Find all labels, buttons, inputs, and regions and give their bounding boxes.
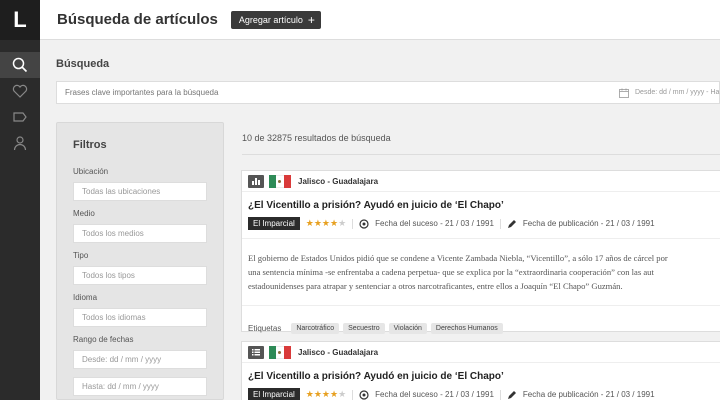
result-card[interactable]: Jalisco - Guadalajara ¿El Vicentillo a p… [241, 341, 720, 400]
search-bar: Desde: dd / mm / yyyy - Ha [56, 81, 720, 104]
card-body: El gobierno de Estados Unidos pidió que … [242, 238, 720, 293]
meta-divider [352, 218, 354, 229]
filter-date-from-input[interactable]: Desde: dd / mm / yyyy [73, 350, 207, 369]
tag-chip[interactable]: Secuestro [343, 323, 385, 334]
tag-chip[interactable]: Narcotráfico [291, 323, 340, 334]
rating-stars: ★★★★★ [305, 218, 347, 228]
card-tags: Etiquetas Narcotráfico Secuestro Violaci… [242, 305, 720, 339]
filter-date-to-input[interactable]: Hasta: dd / mm / yyyy [73, 377, 207, 396]
publication-date: Fecha de publicación - 21 / 03 / 1991 [522, 390, 655, 399]
plus-icon: + [307, 12, 315, 27]
card-location: Jalisco - Guadalajara [298, 347, 379, 357]
card-title[interactable]: ¿El Vicentillo a prisión? Ayudó en juici… [242, 363, 720, 382]
add-article-button[interactable]: Agregar artículo + [230, 10, 321, 29]
user-icon [13, 136, 27, 151]
filters-panel: Filtros Ubicación Todas las ubicaciones … [56, 122, 224, 400]
results-count: 10 de 32875 resultados de búsqueda [242, 133, 391, 143]
search-section-label: Búsqueda [56, 58, 110, 70]
publication-date: Fecha de publicación - 21 / 03 / 1991 [522, 219, 655, 228]
tag-chip[interactable]: Derechos Humanos [430, 323, 503, 334]
filter-medium-input[interactable]: Todos los medios [73, 224, 207, 243]
card-location: Jalisco - Guadalajara [298, 176, 379, 186]
pen-icon [507, 390, 516, 399]
filter-label-location: Ubicación [73, 167, 109, 176]
pen-icon [507, 219, 516, 228]
filters-title: Filtros [73, 139, 107, 151]
filter-label-language: Idioma [73, 293, 98, 302]
filter-label-type: Tipo [73, 251, 89, 260]
filter-language-input[interactable]: Todos los idiomas [73, 308, 207, 327]
page-title: Búsqueda de artículos [57, 11, 218, 28]
top-header: Búsqueda de artículos Agregar artículo + [40, 0, 720, 40]
result-card[interactable]: Jalisco - Guadalajara ¿El Vicentillo a p… [241, 170, 720, 334]
meta-divider [499, 389, 501, 400]
card-meta: El Imparcial ★★★★★ Fecha del suceso - 21… [242, 211, 720, 230]
target-icon [359, 389, 369, 400]
tag-chip[interactable]: Violación [388, 323, 427, 334]
filter-location-input[interactable]: Todas las ubicaciones [73, 182, 207, 201]
target-icon [359, 218, 369, 229]
body-line: una sentencia mínima -se enfrentaba a ca… [248, 267, 654, 277]
nav-tags[interactable] [0, 104, 40, 130]
source-badge: El Imparcial [248, 217, 300, 230]
results-divider [242, 154, 720, 155]
chart-type-icon [248, 174, 264, 188]
left-rail: L [0, 0, 40, 400]
filter-label-medium: Medio [73, 209, 95, 218]
add-article-label: Agregar artículo [238, 14, 303, 25]
mexico-flag-icon [269, 345, 291, 359]
heart-icon [12, 84, 28, 98]
card-title[interactable]: ¿El Vicentillo a prisión? Ayudó en juici… [242, 192, 720, 211]
card-meta: El Imparcial ★★★★★ Fecha del suceso - 21… [242, 382, 720, 400]
rating-stars: ★★★★★ [305, 389, 347, 399]
mexico-flag-icon [269, 174, 291, 188]
meta-divider [499, 218, 501, 229]
nav-profile[interactable] [0, 130, 40, 156]
list-type-icon [248, 345, 264, 359]
card-header: Jalisco - Guadalajara [242, 342, 720, 363]
card-header: Jalisco - Guadalajara [242, 171, 720, 192]
calendar-icon [619, 88, 629, 98]
date-range-input[interactable]: Desde: dd / mm / yyyy - Ha [609, 88, 719, 98]
source-badge: El Imparcial [248, 388, 300, 400]
body-line: estadounidenses para atrapar y sentencia… [248, 281, 623, 291]
nav-favorites[interactable] [0, 78, 40, 104]
event-date: Fecha del suceso - 21 / 03 / 1991 [375, 219, 494, 228]
app-logo[interactable]: L [0, 0, 40, 40]
tag-icon [13, 112, 27, 122]
search-input[interactable] [57, 82, 609, 103]
nav-search[interactable] [0, 52, 40, 78]
search-icon [12, 57, 28, 73]
tags-label: Etiquetas [248, 324, 282, 333]
filter-label-date-range: Rango de fechas [73, 335, 134, 344]
event-date: Fecha del suceso - 21 / 03 / 1991 [375, 390, 494, 399]
filter-type-input[interactable]: Todos los tipos [73, 266, 207, 285]
date-range-placeholder: Desde: dd / mm / yyyy - Ha [635, 89, 720, 96]
meta-divider [352, 389, 354, 400]
body-line: El gobierno de Estados Unidos pidió que … [248, 253, 668, 263]
